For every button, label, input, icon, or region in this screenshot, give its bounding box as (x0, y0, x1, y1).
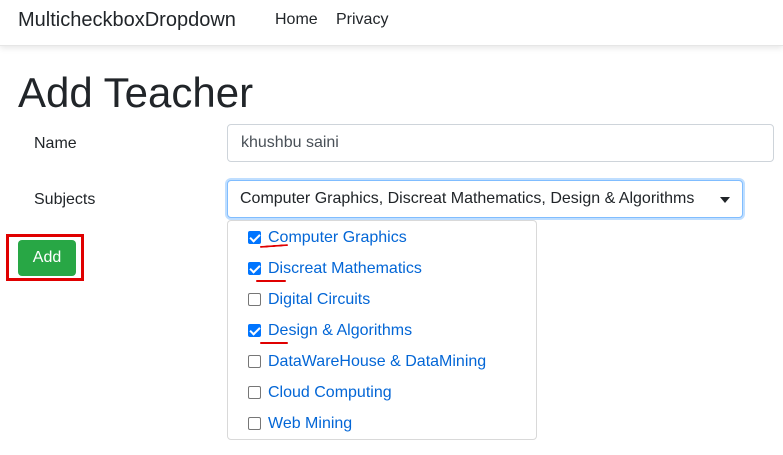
annotation-underline (256, 280, 286, 282)
subject-label: Computer Graphics (268, 229, 407, 246)
subjects-summary: Computer Graphics, Discreat Mathematics,… (240, 190, 695, 207)
subject-checkbox[interactable] (248, 262, 261, 275)
subject-label: Discreat Mathematics (268, 260, 422, 277)
subject-option-discreat-mathematics[interactable]: Discreat Mathematics (248, 257, 422, 281)
nav-link-home[interactable]: Home (275, 10, 318, 30)
caret-down-icon (720, 197, 730, 203)
annotation-underline (260, 342, 288, 344)
subject-option-computer-graphics[interactable]: Computer Graphics (248, 226, 407, 250)
subject-option-cloud-computing[interactable]: Cloud Computing (248, 381, 392, 405)
subject-option-web-mining[interactable]: Web Mining (248, 412, 353, 436)
subject-label: DataWareHouse & DataMining (268, 353, 487, 370)
subjects-dropdown-toggle[interactable]: Computer Graphics, Discreat Mathematics,… (227, 180, 743, 218)
nav-link-privacy[interactable]: Privacy (336, 10, 388, 30)
subject-checkbox[interactable] (248, 231, 261, 244)
subject-label: Design & Algorithms (268, 322, 413, 339)
subject-checkbox[interactable] (248, 386, 261, 399)
name-input[interactable] (227, 124, 774, 162)
subject-label: Cloud Computing (268, 384, 392, 401)
subject-label: Web Mining (268, 415, 353, 432)
subject-checkbox[interactable] (248, 355, 261, 368)
navbar: MulticheckboxDropdown Home Privacy (0, 0, 783, 46)
brand-link[interactable]: MulticheckboxDropdown (18, 8, 236, 32)
subject-option-datawarehouse-datamining[interactable]: DataWareHouse & DataMining (248, 350, 487, 374)
subject-label: Digital Circuits (268, 291, 371, 308)
subject-option-design-algorithms[interactable]: Design & Algorithms (248, 319, 413, 343)
add-button[interactable]: Add (18, 240, 76, 276)
name-label: Name (34, 135, 77, 152)
subject-checkbox[interactable] (248, 293, 261, 306)
subjects-label: Subjects (34, 191, 96, 208)
subjects-dropdown-menu: Computer Graphics Discreat Mathematics D… (227, 220, 537, 440)
subject-option-digital-circuits[interactable]: Digital Circuits (248, 288, 371, 312)
subject-checkbox[interactable] (248, 324, 261, 337)
subject-checkbox[interactable] (248, 417, 261, 430)
page-title: Add Teacher (18, 69, 254, 116)
